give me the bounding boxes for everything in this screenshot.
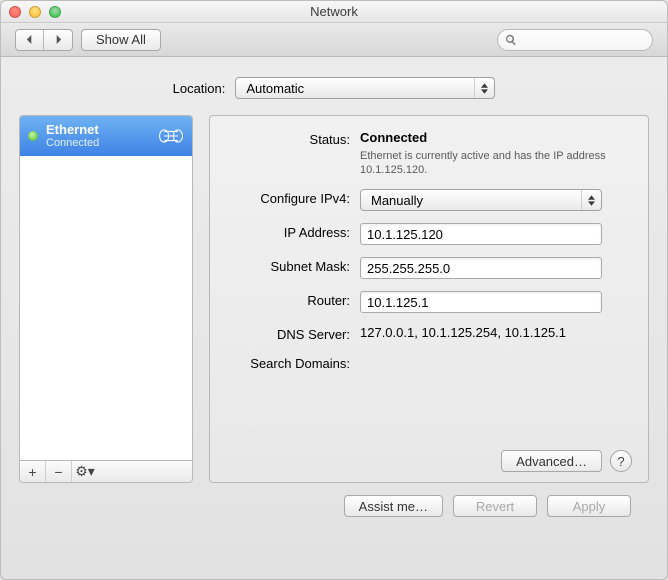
service-item-ethernet[interactable]: Ethernet Connected [20, 116, 192, 156]
help-button[interactable]: ? [610, 450, 632, 472]
nav-segmented [15, 29, 73, 51]
ip-address-label: IP Address: [226, 223, 350, 240]
assist-me-button[interactable]: Assist me… [344, 495, 443, 517]
configure-ipv4-label: Configure IPv4: [226, 189, 350, 206]
advanced-button[interactable]: Advanced… [501, 450, 602, 472]
ethernet-icon [158, 127, 184, 145]
sidebar-tools: + − ⚙︎▾ [19, 461, 193, 483]
location-popup[interactable]: Automatic [235, 77, 495, 99]
footer: Assist me… Revert Apply [19, 483, 649, 517]
location-value: Automatic [246, 81, 304, 96]
add-service-button[interactable]: + [20, 461, 46, 482]
search-domains-label: Search Domains: [226, 354, 350, 371]
search-input[interactable] [497, 29, 653, 51]
search-field[interactable] [497, 29, 653, 51]
updown-icon [581, 190, 601, 210]
main-panel: Status: Connected Ethernet is currently … [209, 115, 649, 483]
status-label: Status: [226, 130, 350, 147]
window-controls [9, 6, 61, 18]
forward-button[interactable] [44, 30, 72, 50]
close-icon[interactable] [9, 6, 21, 18]
dns-server-value: 127.0.0.1, 10.1.125.254, 10.1.125.1 [360, 325, 632, 340]
subnet-mask-label: Subnet Mask: [226, 257, 350, 274]
configure-ipv4-value: Manually [371, 193, 423, 208]
chevron-right-icon [54, 35, 63, 44]
service-sidebar: Ethernet Connected + − ⚙︎▾ [19, 115, 193, 483]
action-menu-button[interactable]: ⚙︎▾ [72, 461, 98, 482]
search-icon [505, 34, 517, 46]
minimize-icon[interactable] [29, 6, 41, 18]
location-row: Location: Automatic [19, 77, 649, 99]
status-value: Connected [360, 130, 632, 145]
service-status: Connected [46, 137, 150, 149]
status-dot-icon [28, 131, 38, 141]
remove-service-button[interactable]: − [46, 461, 72, 482]
revert-button[interactable]: Revert [453, 495, 537, 517]
location-label: Location: [173, 81, 226, 96]
service-name: Ethernet [46, 123, 150, 137]
titlebar: Network [1, 1, 667, 23]
network-preferences-window: Network Show All Location: Automatic [0, 0, 668, 580]
router-label: Router: [226, 291, 350, 308]
apply-button[interactable]: Apply [547, 495, 631, 517]
content: Location: Automatic Ethernet Connected [1, 57, 667, 525]
chevron-left-icon [25, 35, 34, 44]
zoom-icon[interactable] [49, 6, 61, 18]
ip-address-input[interactable] [360, 223, 602, 245]
show-all-button[interactable]: Show All [81, 29, 161, 51]
dns-server-label: DNS Server: [226, 325, 350, 342]
subnet-mask-input[interactable] [360, 257, 602, 279]
toolbar: Show All [1, 23, 667, 57]
service-list[interactable]: Ethernet Connected [19, 115, 193, 461]
status-detail: Ethernet is currently active and has the… [360, 149, 620, 177]
router-input[interactable] [360, 291, 602, 313]
updown-icon [474, 78, 494, 98]
window-title: Network [1, 4, 667, 19]
back-button[interactable] [16, 30, 44, 50]
configure-ipv4-popup[interactable]: Manually [360, 189, 602, 211]
